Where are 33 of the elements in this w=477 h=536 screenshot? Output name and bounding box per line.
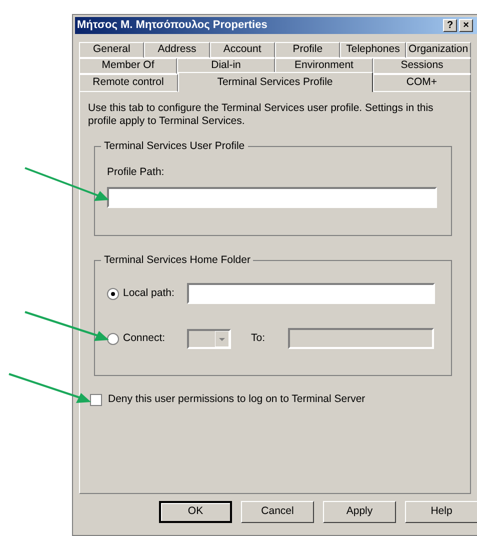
caret-icon[interactable] — [215, 330, 229, 346]
title-bar-button[interactable]: ? — [443, 19, 457, 32]
dialog-button[interactable]: OK — [159, 501, 232, 523]
field-label: Profile Path: — [107, 165, 166, 180]
dialog-button[interactable]: Help — [405, 501, 477, 523]
radio-label: Local path: — [123, 286, 176, 301]
title-bar-button[interactable]: × — [459, 19, 473, 32]
tab[interactable]: Member Of — [79, 58, 177, 74]
tab[interactable]: Remote control — [79, 74, 178, 92]
drive-dropdown[interactable] — [187, 328, 231, 348]
tab[interactable]: Terminal Services Profile — [178, 72, 372, 92]
window-title: Μήτσος Μ. Μητσόπουλος Properties — [77, 18, 268, 34]
radio-button[interactable] — [107, 332, 119, 344]
radio-button[interactable] — [107, 288, 119, 300]
tab[interactable]: Profile — [274, 42, 340, 58]
field-label: To: — [251, 330, 266, 346]
tab[interactable]: Organization — [406, 42, 471, 58]
checkbox[interactable] — [90, 394, 102, 406]
dialog-button[interactable]: Cancel — [241, 501, 314, 523]
tab[interactable]: Address — [144, 42, 210, 58]
tab[interactable]: COM+ — [372, 74, 471, 92]
profile-path-field[interactable] — [107, 186, 437, 208]
checkbox-label: Deny this user permissions to log on to Terminal Server — [108, 392, 366, 407]
arrow-icon — [8, 372, 92, 404]
radio-label: Connect: — [123, 330, 166, 346]
arrow-icon — [24, 310, 110, 342]
tab[interactable]: General — [79, 42, 144, 58]
tab[interactable]: Sessions — [373, 58, 471, 74]
tab[interactable]: Telephones — [340, 42, 406, 58]
description-text: Use this tab to configure the Terminal Services user profile. Settings in this profile apply to Terminal Services. — [88, 102, 434, 128]
dialog-button[interactable]: Apply — [323, 501, 396, 523]
tab[interactable]: Account — [210, 42, 275, 58]
local-path-field[interactable] — [187, 283, 435, 304]
